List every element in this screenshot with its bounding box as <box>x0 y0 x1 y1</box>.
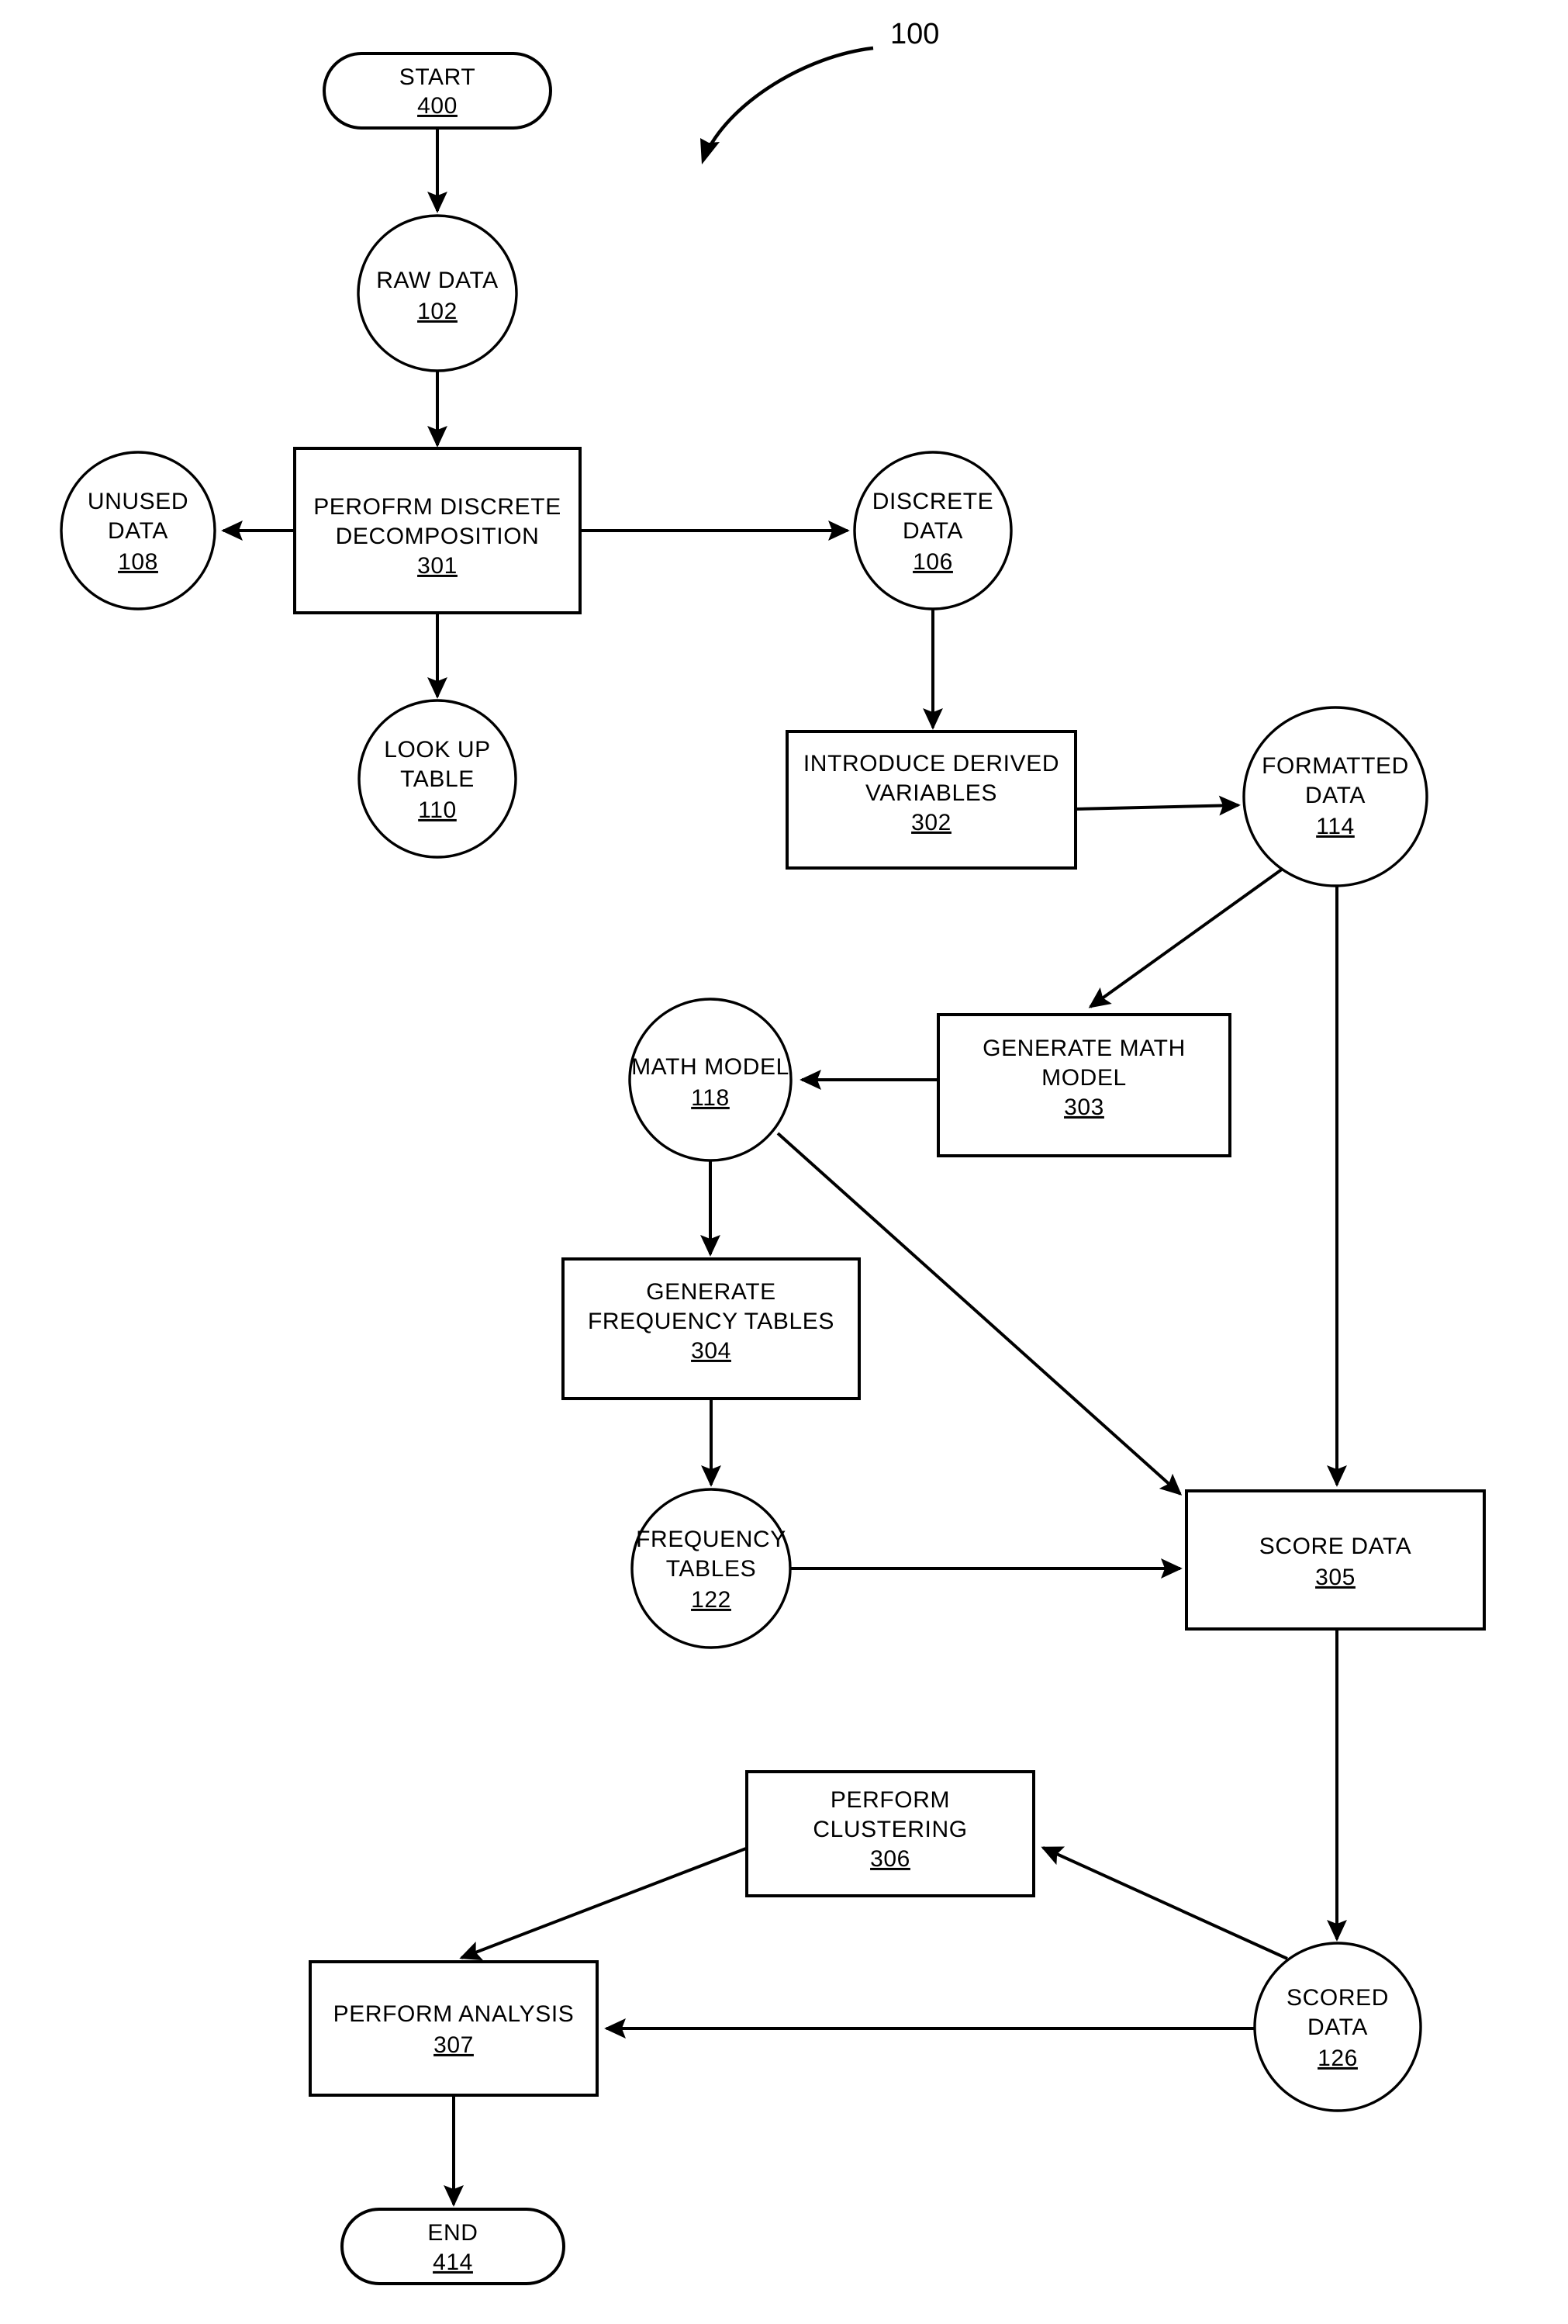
node-scored-data[interactable]: SCORED DATA 126 <box>1253 1942 1422 2112</box>
perform-analysis-process-shape <box>309 1960 599 2097</box>
unused-data-label-line-1: UNUSED <box>88 489 188 514</box>
discrete-data-label-line-1: DISCRETE <box>872 489 994 514</box>
figure-reference-marker: 100 <box>700 18 939 164</box>
generate-frequency-tables-label-line-2: FREQUENCY TABLES <box>588 1309 834 1334</box>
score-data-number: 305 <box>1315 1565 1356 1590</box>
scored-data-number: 126 <box>1318 2046 1358 2071</box>
start-number: 400 <box>417 93 458 119</box>
end-label: END <box>427 2220 478 2246</box>
node-perform-clustering[interactable]: PERFORM CLUSTERING 306 <box>745 1770 1035 1897</box>
node-unused-data[interactable]: UNUSED DATA 108 <box>60 451 216 610</box>
perform-discrete-decomposition-label-line-1: PEROFRM DISCRETE <box>313 494 561 520</box>
unused-data-label-line-2: DATA <box>108 518 168 544</box>
perform-discrete-decomposition-number: 301 <box>417 553 458 579</box>
figure-reference-number: 100 <box>890 18 939 50</box>
figure-reference-leader-curve <box>705 46 874 153</box>
math-model-label: MATH MODEL <box>631 1054 789 1080</box>
perform-analysis-label: PERFORM ANALYSIS <box>333 2001 575 2027</box>
end-number: 414 <box>433 2250 473 2275</box>
node-math-model[interactable]: MATH MODEL 118 <box>628 998 793 1162</box>
math-model-number: 118 <box>691 1085 730 1111</box>
perform-clustering-label-line-2: CLUSTERING <box>813 1817 967 1842</box>
generate-frequency-tables-label-line-1: GENERATE <box>646 1279 776 1305</box>
node-look-up-table[interactable]: LOOK UP TABLE 110 <box>357 699 517 859</box>
score-data-label: SCORE DATA <box>1259 1534 1412 1559</box>
look-up-table-label-line-2: TABLE <box>400 766 475 792</box>
generate-math-model-label-line-1: GENERATE MATH <box>983 1036 1186 1061</box>
frequency-tables-label-line-2: TABLES <box>666 1556 756 1582</box>
look-up-table-label-line-1: LOOK UP <box>384 737 491 763</box>
node-raw-data[interactable]: RAW DATA 102 <box>357 214 518 372</box>
frequency-tables-number: 122 <box>691 1587 731 1613</box>
perform-clustering-label-line-1: PERFORM <box>831 1787 950 1813</box>
generate-math-model-label-line-2: MODEL <box>1041 1065 1127 1091</box>
unused-data-number: 108 <box>118 549 158 575</box>
node-perform-analysis[interactable]: PERFORM ANALYSIS 307 <box>309 1960 599 2097</box>
generate-math-model-number: 303 <box>1064 1095 1104 1120</box>
node-formatted-data[interactable]: FORMATTED DATA 114 <box>1242 706 1428 887</box>
math-model-circle-shape <box>628 998 793 1162</box>
node-discrete-data[interactable]: DISCRETE DATA 106 <box>853 451 1013 610</box>
raw-data-number: 102 <box>417 299 458 324</box>
node-end[interactable]: END 414 <box>340 2208 565 2285</box>
figure-reference-arrowhead <box>700 138 720 164</box>
node-start[interactable]: START 400 <box>323 52 552 130</box>
raw-data-circle-shape <box>357 214 518 372</box>
generate-frequency-tables-number: 304 <box>691 1338 731 1364</box>
frequency-tables-label-line-1: FREQUENCY <box>636 1527 786 1552</box>
node-generate-frequency-tables[interactable]: GENERATE FREQUENCY TABLES 304 <box>561 1257 861 1400</box>
raw-data-label: RAW DATA <box>376 268 499 293</box>
patent-figure-canvas: 100 START 400 RAW DATA 102 PEROFRM DISCR… <box>0 0 1568 2324</box>
score-data-process-shape <box>1185 1489 1486 1631</box>
introduce-derived-variables-label-line-1: INTRODUCE DERIVED <box>803 751 1059 776</box>
node-generate-math-model[interactable]: GENERATE MATH MODEL 303 <box>937 1013 1231 1157</box>
perform-clustering-number: 306 <box>870 1846 910 1872</box>
formatted-data-label-line-2: DATA <box>1305 783 1366 808</box>
formatted-data-label-line-1: FORMATTED <box>1262 753 1409 779</box>
connector-formatted-data-to-generate-math-model <box>1088 867 1284 1008</box>
flowchart-diagram: 100 START 400 RAW DATA 102 PEROFRM DISCR… <box>60 18 1486 2285</box>
scored-data-label-line-1: SCORED <box>1287 1985 1389 2011</box>
discrete-data-number: 106 <box>913 549 953 575</box>
connector-perform-clustering-to-perform-analysis <box>459 1847 747 1961</box>
connector-introduce-derived-variables-to-formatted-data <box>1075 795 1241 816</box>
introduce-derived-variables-number: 302 <box>911 810 952 835</box>
connector-scored-data-to-perform-clustering <box>1041 1846 1288 1960</box>
node-introduce-derived-variables[interactable]: INTRODUCE DERIVED VARIABLES 302 <box>786 730 1077 870</box>
node-score-data[interactable]: SCORE DATA 305 <box>1185 1489 1486 1631</box>
introduce-derived-variables-label-line-2: VARIABLES <box>865 780 997 806</box>
formatted-data-number: 114 <box>1316 814 1355 839</box>
node-frequency-tables[interactable]: FREQUENCY TABLES 122 <box>630 1488 792 1649</box>
scored-data-label-line-2: DATA <box>1307 2014 1368 2040</box>
look-up-table-number: 110 <box>418 797 457 823</box>
perform-discrete-decomposition-label-line-2: DECOMPOSITION <box>336 524 540 549</box>
discrete-data-label-line-2: DATA <box>903 518 963 544</box>
start-label: START <box>399 64 476 90</box>
node-perform-discrete-decomposition[interactable]: PEROFRM DISCRETE DECOMPOSITION 301 <box>293 447 582 614</box>
perform-analysis-number: 307 <box>433 2032 474 2058</box>
